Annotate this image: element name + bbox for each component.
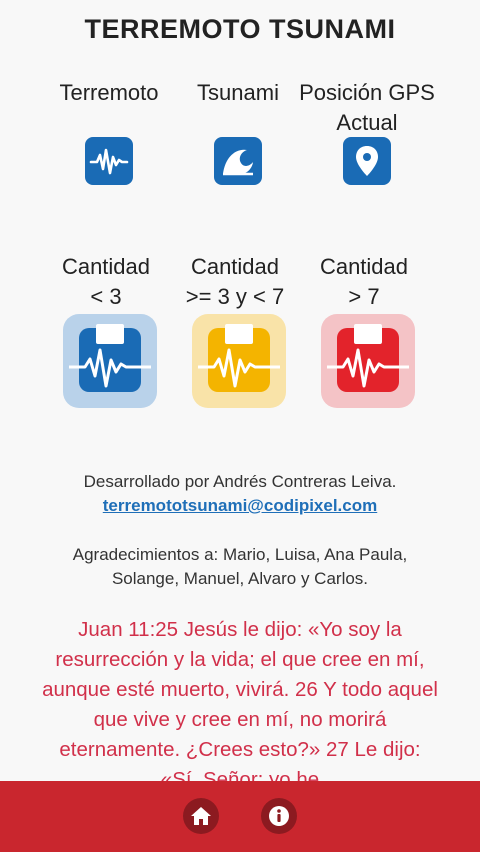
info-icon bbox=[269, 806, 289, 826]
wave-icon bbox=[214, 137, 262, 185]
magnitude-mid: Cantidad >= 3 y < 7 bbox=[165, 252, 305, 312]
magnitude-low: Cantidad < 3 bbox=[36, 252, 176, 312]
seismograph-blue-icon bbox=[63, 314, 157, 408]
legend-earthquake-label: Terremoto bbox=[59, 80, 159, 105]
magnitude-high: Cantidad > 7 bbox=[294, 252, 434, 312]
email-link[interactable]: terremototsunami@codipixel.com bbox=[103, 496, 377, 515]
legend-gps: Posición GPS Actual bbox=[297, 78, 437, 138]
bottom-nav-bar bbox=[0, 781, 480, 852]
bible-verse: Juan 11:25 Jesús le dijo: «Yo soy la res… bbox=[42, 618, 438, 791]
magnitude-high-range: > 7 bbox=[348, 284, 380, 309]
home-button[interactable] bbox=[183, 798, 219, 834]
thanks-text: Agradecimientos a: Mario, Luisa, Ana Pau… bbox=[72, 545, 408, 588]
page-title: TERREMOTO TSUNAMI bbox=[84, 14, 396, 44]
seismograph-red-icon bbox=[321, 314, 415, 408]
magnitude-mid-label: Cantidad bbox=[190, 254, 280, 279]
magnitude-high-label: Cantidad bbox=[319, 254, 409, 279]
map-pin-icon bbox=[343, 137, 391, 185]
legend-tsunami: Tsunami bbox=[168, 78, 308, 108]
magnitude-low-label: Cantidad bbox=[61, 254, 151, 279]
developer-credit: Desarrollado por Andrés Contreras Leiva. bbox=[83, 472, 397, 491]
email-row: terremototsunami@codipixel.com bbox=[0, 496, 480, 516]
magnitude-mid-range: >= 3 y < 7 bbox=[185, 284, 285, 309]
info-button[interactable] bbox=[261, 798, 297, 834]
legend-gps-label: Posición GPS Actual bbox=[299, 80, 435, 135]
earthquake-waveform-icon bbox=[85, 137, 133, 185]
home-icon bbox=[191, 807, 211, 825]
magnitude-low-range: < 3 bbox=[90, 284, 122, 309]
legend-earthquake: Terremoto bbox=[39, 78, 179, 108]
legend-tsunami-label: Tsunami bbox=[197, 80, 279, 105]
seismograph-yellow-icon bbox=[192, 314, 286, 408]
